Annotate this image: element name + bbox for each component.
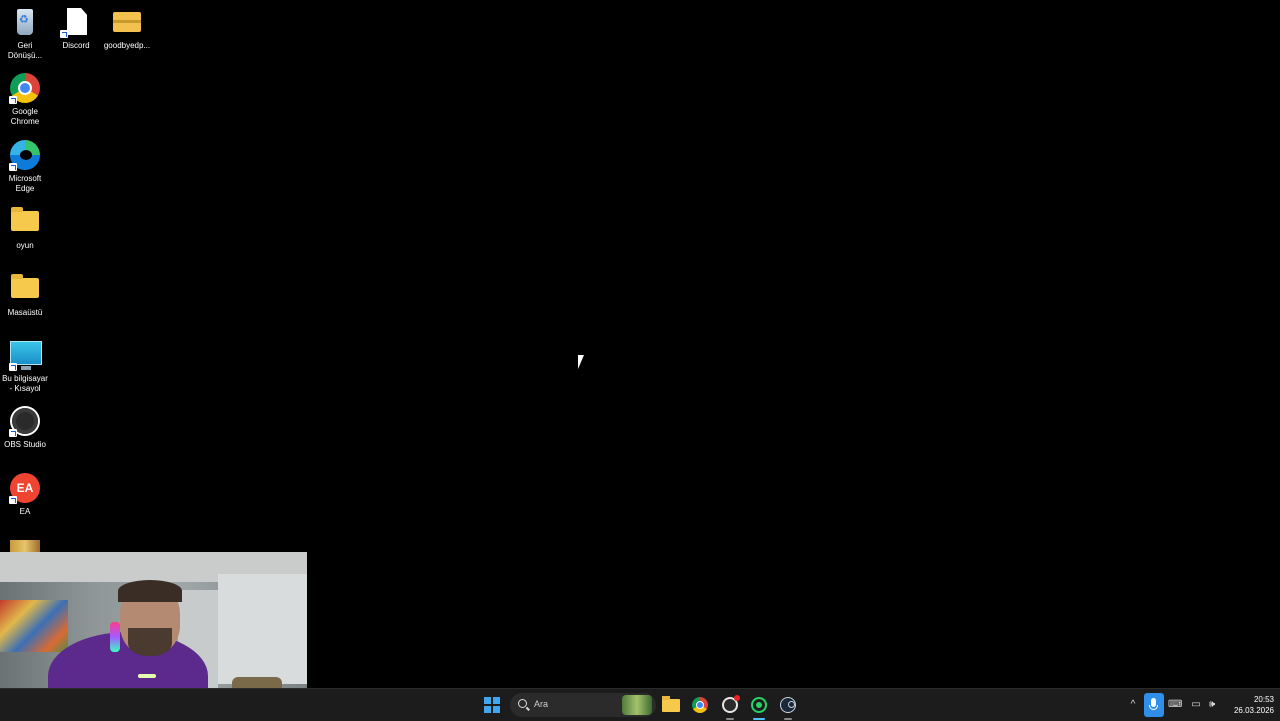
recording-indicator xyxy=(734,695,740,701)
whatsapp-icon xyxy=(751,697,767,713)
desktop-icon-recycle-bin[interactable]: Geri Dönüşü... xyxy=(0,6,50,61)
search-highlight-image xyxy=(622,695,652,715)
desktop-icon-microsoft-edge[interactable]: Microsoft Edge xyxy=(0,139,50,194)
document-shortcut-icon xyxy=(67,8,87,35)
volume-icon[interactable]: 🕪 xyxy=(1205,697,1219,713)
clock-time: 20:53 xyxy=(1253,695,1274,704)
desktop-icon-this-pc[interactable]: Bu bilgisayar - Kısayol xyxy=(0,339,50,394)
desktop-icon-label: OBS Studio xyxy=(4,440,46,449)
microphone-icon xyxy=(1149,698,1158,710)
desktop-icon-label: Discord xyxy=(62,41,90,50)
desktop-icon-label: oyun xyxy=(16,241,34,250)
desktop-icon-label: Google Chrome xyxy=(10,107,40,126)
steam-icon xyxy=(780,697,796,713)
desktop-icon-label: Geri Dönüşü... xyxy=(7,41,43,60)
desktop-icon-label: goodbyedp... xyxy=(103,41,151,50)
mouse-cursor-icon xyxy=(578,355,590,369)
clock[interactable]: 20:53 26.03.2026 xyxy=(1224,694,1274,716)
taskbar-file-explorer[interactable] xyxy=(659,693,683,717)
show-hidden-icons-chevron-icon[interactable]: ^ xyxy=(1126,697,1140,713)
desktop-icon-label: EA xyxy=(19,507,31,516)
taskbar: Ara ^ ⌨ ▭ 🕪 20:53 26.03.2026 xyxy=(0,688,1280,721)
this-pc-icon xyxy=(10,341,42,370)
taskbar-search[interactable]: Ara xyxy=(510,693,656,717)
search-icon xyxy=(518,699,527,708)
windows-start-icon xyxy=(484,697,500,713)
microphone-tray-button[interactable] xyxy=(1144,693,1164,717)
taskbar-obs[interactable] xyxy=(718,693,742,720)
desktop-icon-google-chrome[interactable]: Google Chrome xyxy=(0,72,50,127)
desktop-icon-goodbyedpi[interactable]: goodbyedp... xyxy=(101,6,153,51)
taskbar-steam[interactable] xyxy=(776,693,800,720)
taskbar-whatsapp[interactable] xyxy=(747,693,771,720)
zip-folder-icon xyxy=(113,12,141,32)
desktop-icon-oyun[interactable]: oyun xyxy=(0,205,50,251)
keyboard-icon[interactable]: ⌨ xyxy=(1168,697,1182,713)
folder-icon xyxy=(11,207,39,231)
folder-icon xyxy=(11,274,39,298)
recycle-bin-icon xyxy=(17,9,33,35)
clock-date: 26.03.2026 xyxy=(1233,706,1274,715)
desktop-icon-label: Masaüstü xyxy=(7,308,43,317)
network-icon[interactable]: ▭ xyxy=(1189,697,1203,713)
desktop-icon-discord[interactable]: Discord xyxy=(51,6,101,51)
search-placeholder: Ara xyxy=(534,699,549,709)
desktop-icon-obs-studio[interactable]: OBS Studio xyxy=(0,405,50,450)
desktop-icon-label: Bu bilgisayar - Kısayol xyxy=(2,374,48,393)
taskbar-chrome[interactable] xyxy=(688,693,712,717)
chrome-icon xyxy=(692,697,708,713)
desktop-icon-ea[interactable]: EA EA xyxy=(0,472,50,517)
desktop-icon-label: Microsoft Edge xyxy=(8,174,42,193)
folder-icon xyxy=(662,696,680,712)
desktop-icon-masaustu[interactable]: Masaüstü xyxy=(0,272,50,318)
start-button[interactable] xyxy=(480,693,504,717)
